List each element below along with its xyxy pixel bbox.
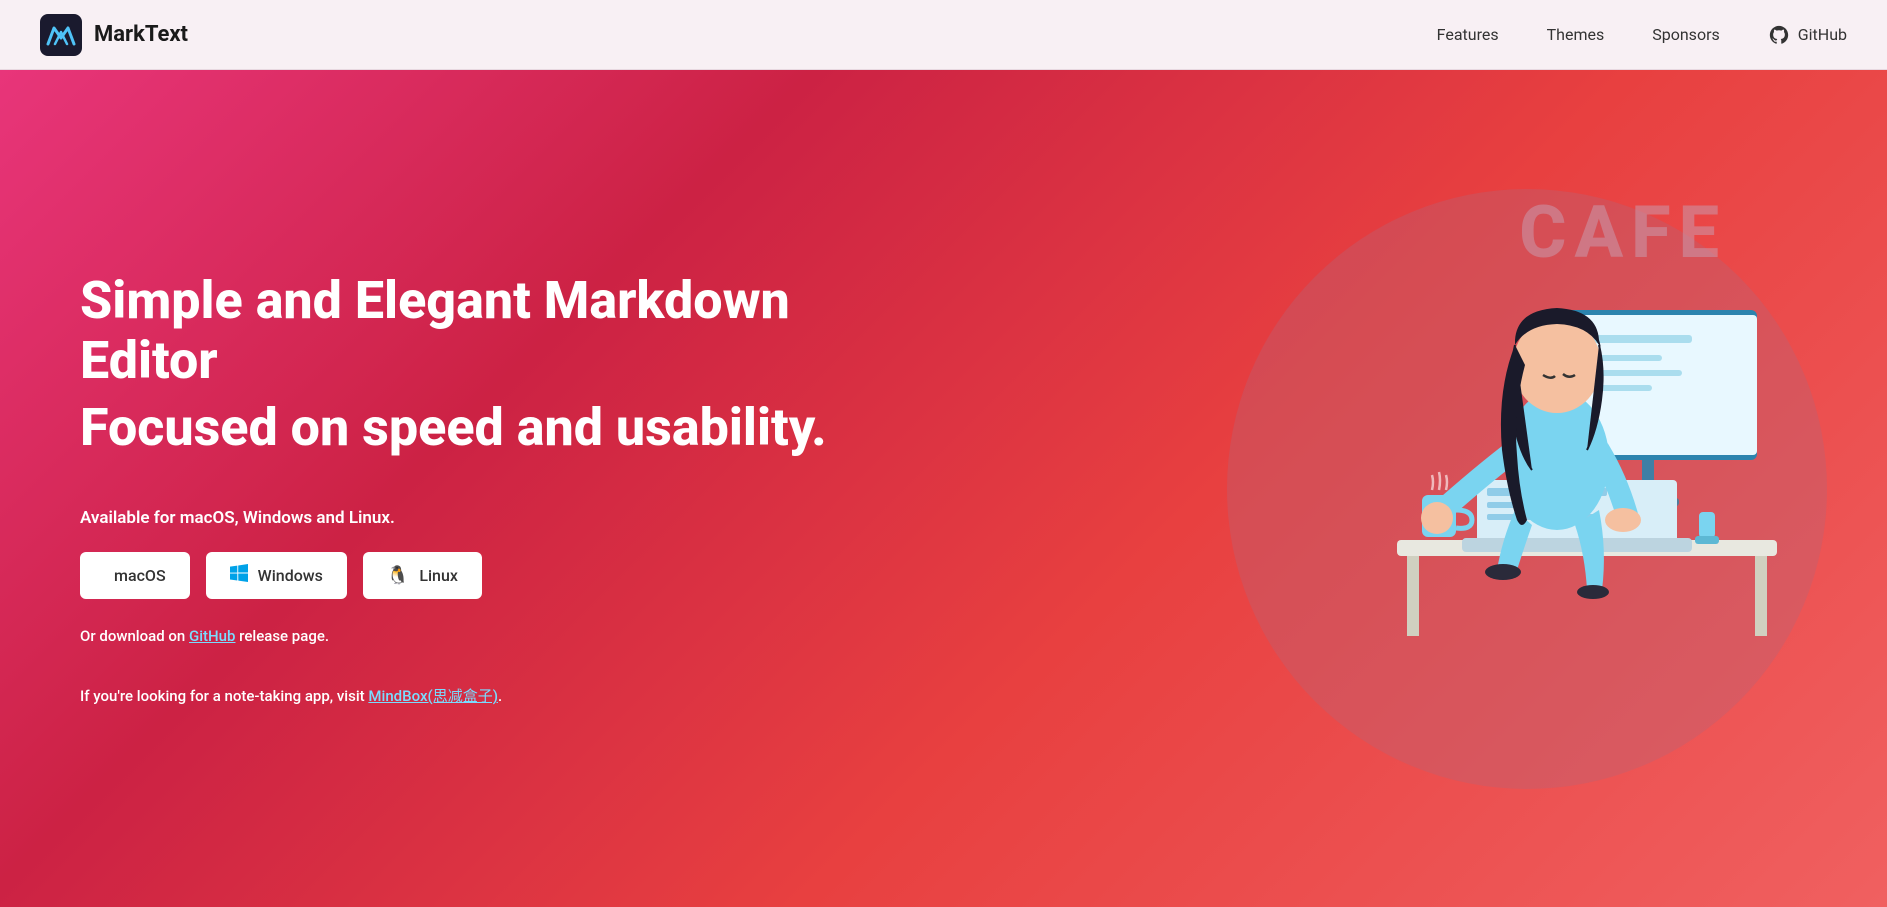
- windows-download-button[interactable]: Windows: [206, 552, 347, 599]
- hero-title-line1: Simple and Elegant Markdown Editor: [80, 271, 860, 391]
- hero-available-text: Available for macOS, Windows and Linux.: [80, 508, 860, 528]
- macos-download-button[interactable]: macOS: [80, 552, 190, 599]
- linux-icon: 🐧: [387, 565, 409, 586]
- hero-title-line2: Focused on speed and usability.: [80, 398, 860, 458]
- marktext-logo: [40, 14, 82, 56]
- download-buttons: macOS Windows 🐧 Linux: [80, 552, 860, 599]
- linux-label: Linux: [419, 566, 458, 585]
- github-text-before: Or download on: [80, 627, 189, 645]
- navbar: MarkText Features Themes Sponsors GitHub: [0, 0, 1887, 70]
- github-label: GitHub: [1798, 25, 1847, 44]
- hero-section: CAFE: [0, 70, 1887, 907]
- github-icon: [1768, 24, 1790, 46]
- illustration-svg: [1247, 170, 1807, 750]
- windows-icon: [230, 564, 248, 587]
- hero-github-text: Or download on GitHub release page.: [80, 627, 860, 645]
- navbar-links: Features Themes Sponsors GitHub: [1437, 24, 1847, 46]
- nav-sponsors[interactable]: Sponsors: [1652, 25, 1720, 44]
- nav-themes[interactable]: Themes: [1547, 25, 1605, 44]
- linux-download-button[interactable]: 🐧 Linux: [363, 552, 482, 599]
- note-text-before: If you're looking for a note-taking app,…: [80, 687, 368, 705]
- brand-name: MarkText: [94, 22, 188, 47]
- note-text-after: .: [498, 687, 502, 705]
- hero-content: Simple and Elegant Markdown Editor Focus…: [80, 271, 860, 706]
- macos-label: macOS: [114, 566, 166, 585]
- nav-github[interactable]: GitHub: [1768, 24, 1847, 46]
- mindbox-link[interactable]: MindBox(思减盒子): [368, 687, 498, 705]
- hero-note-text: If you're looking for a note-taking app,…: [80, 685, 860, 706]
- nav-features[interactable]: Features: [1437, 25, 1499, 44]
- hero-illustration: [1247, 170, 1807, 750]
- brand-link[interactable]: MarkText: [40, 14, 1437, 56]
- windows-label: Windows: [258, 566, 323, 585]
- github-release-link[interactable]: GitHub: [189, 627, 235, 645]
- github-text-after: release page.: [235, 627, 329, 645]
